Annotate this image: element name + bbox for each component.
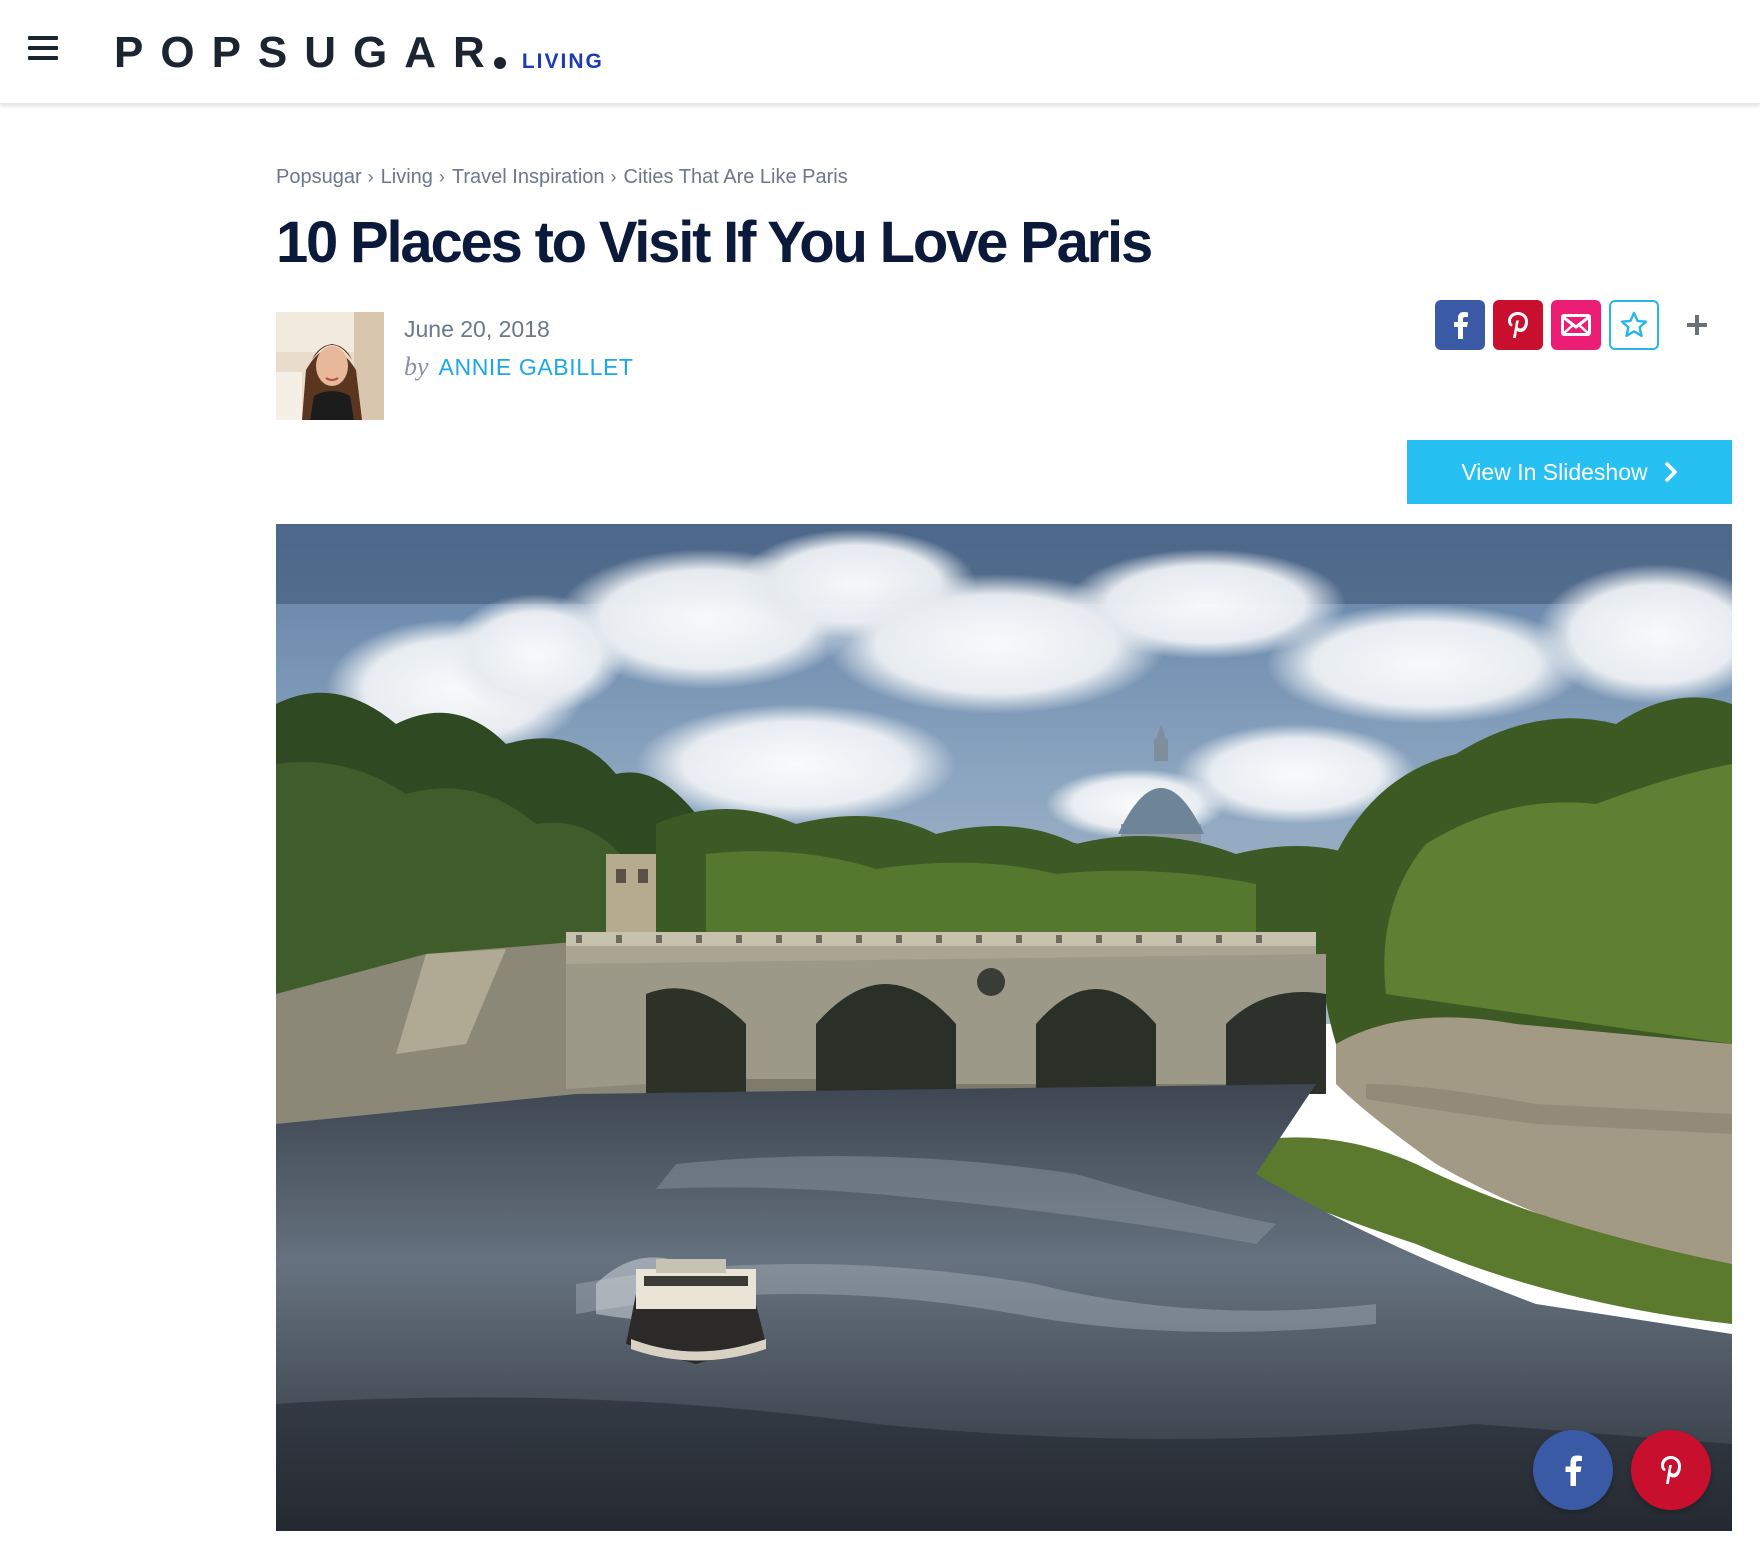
share-facebook-button[interactable]	[1435, 300, 1485, 350]
breadcrumb-separator: ›	[367, 166, 374, 187]
floating-facebook-button[interactable]	[1533, 1430, 1613, 1510]
logo-section-label: LIVING	[521, 50, 604, 73]
publish-date: June 20, 2018	[404, 316, 550, 342]
breadcrumb-item-popsugar[interactable]: Popsugar	[276, 166, 362, 189]
view-slideshow-label: View In Slideshow	[1461, 458, 1648, 485]
chevron-right-icon	[1664, 462, 1677, 482]
author-avatar[interactable]	[276, 312, 384, 420]
menu-icon[interactable]	[28, 36, 58, 60]
pinterest-icon	[1661, 1456, 1681, 1484]
email-icon	[1561, 314, 1591, 336]
more-share-button[interactable]	[1677, 300, 1717, 350]
view-slideshow-button[interactable]: View In Slideshow	[1407, 440, 1732, 504]
author-link[interactable]: ANNIE GABILLET	[439, 354, 634, 381]
share-email-button[interactable]	[1551, 300, 1601, 350]
plus-icon	[1687, 315, 1707, 335]
pinterest-icon	[1508, 312, 1528, 338]
page-title: 10 Places to Visit If You Love Paris	[276, 210, 1153, 275]
breadcrumb-item-cities-like-paris[interactable]: Cities That Are Like Paris	[624, 166, 848, 189]
share-pinterest-button[interactable]	[1493, 300, 1543, 350]
floating-pinterest-button[interactable]	[1631, 1430, 1711, 1510]
facebook-icon	[1565, 1455, 1582, 1486]
site-header: POPSUGAR LIVING	[0, 0, 1760, 104]
by-label: by	[404, 352, 429, 381]
facebook-icon	[1454, 312, 1468, 339]
breadcrumb-item-living[interactable]: Living	[381, 166, 433, 189]
logo-wordmark: POPSUGAR	[114, 28, 502, 77]
save-favorite-button[interactable]	[1609, 300, 1659, 350]
breadcrumb: Popsugar › Living › Travel Inspiration ›…	[276, 164, 848, 190]
site-logo[interactable]: POPSUGAR LIVING	[114, 25, 604, 75]
star-icon	[1620, 311, 1648, 337]
share-bar	[1435, 300, 1717, 350]
river-bridge-photo	[276, 524, 1732, 1531]
breadcrumb-item-travel-inspiration[interactable]: Travel Inspiration	[452, 166, 605, 189]
breadcrumb-separator: ›	[438, 166, 445, 187]
hero-image	[276, 524, 1732, 1531]
logo-dot	[493, 57, 506, 69]
breadcrumb-separator: ›	[610, 166, 617, 187]
byline: by ANNIE GABILLET	[404, 352, 634, 382]
